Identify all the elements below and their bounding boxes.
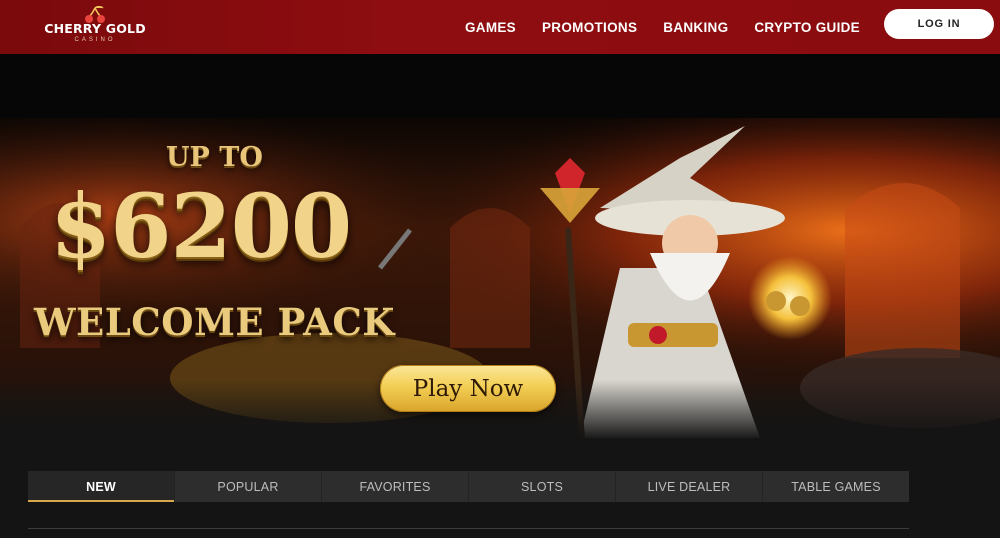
promo-line-up-to: UP TO bbox=[166, 142, 263, 173]
section-divider bbox=[28, 528, 909, 529]
tab-table-games[interactable]: TABLE GAMES bbox=[762, 471, 909, 502]
play-now-button[interactable]: Play Now bbox=[380, 365, 556, 412]
tab-new[interactable]: NEW bbox=[28, 471, 174, 502]
tab-live-dealer[interactable]: LIVE DEALER bbox=[615, 471, 762, 502]
game-category-tabs: NEW POPULAR FAVORITES SLOTS LIVE DEALER … bbox=[28, 471, 909, 502]
promo-welcome-pack: WELCOME PACK bbox=[34, 300, 395, 344]
nav-promotions[interactable]: PROMOTIONS bbox=[542, 20, 637, 35]
brand-logo[interactable]: CHERRY GOLD CASINO bbox=[40, 6, 150, 50]
tab-slots[interactable]: SLOTS bbox=[468, 471, 615, 502]
main-nav: GAMES PROMOTIONS BANKING CRYPTO GUIDE bbox=[439, 0, 860, 54]
tab-favorites[interactable]: FAVORITES bbox=[321, 471, 468, 502]
tab-popular[interactable]: POPULAR bbox=[174, 471, 321, 502]
promo-amount: $6200 bbox=[50, 174, 352, 278]
nav-games[interactable]: GAMES bbox=[465, 20, 516, 35]
header-spacer-band bbox=[0, 54, 1000, 118]
nav-crypto-guide[interactable]: CRYPTO GUIDE bbox=[754, 20, 860, 35]
hero-banner[interactable]: UP TO $6200 WELCOME PACK Play Now bbox=[0, 118, 1000, 440]
top-header: CHERRY GOLD CASINO GAMES PROMOTIONS BANK… bbox=[0, 0, 1000, 54]
logo-subtext: CASINO bbox=[74, 37, 116, 43]
login-button[interactable]: LOG IN bbox=[884, 9, 994, 39]
logo-text: CHERRY GOLD bbox=[44, 21, 146, 36]
nav-banking[interactable]: BANKING bbox=[663, 20, 728, 35]
